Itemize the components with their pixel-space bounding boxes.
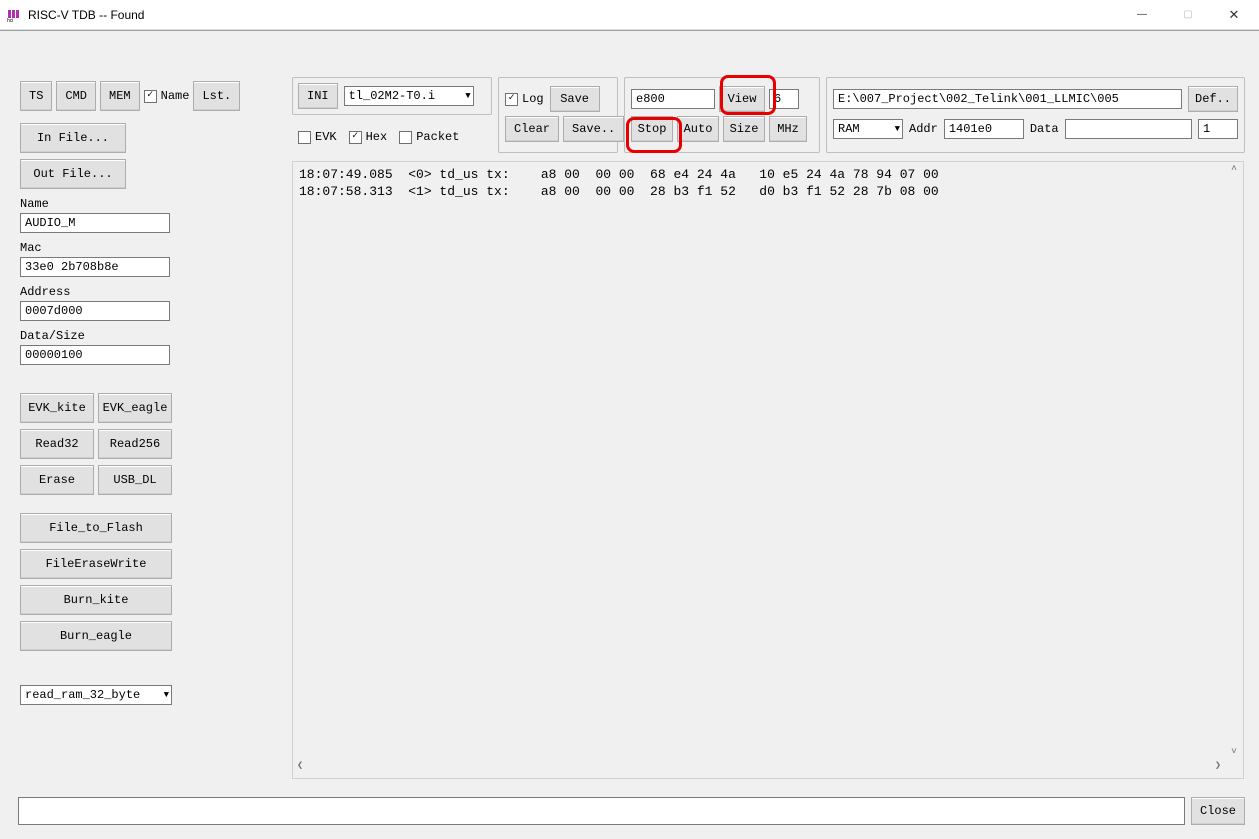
file-erase-write-button[interactable]: FileEraseWrite [20, 549, 172, 579]
burn-kite-button[interactable]: Burn_kite [20, 585, 172, 615]
client-area: TS CMD MEM ✓ Name Lst. In File... Out Fi… [0, 30, 1259, 839]
log-area: 18:07:49.085 <0> td_us tx: a8 00 00 00 6… [292, 161, 1244, 779]
titlebar: hci RISC-V TDB -- Found — ▢ ✕ [0, 0, 1259, 30]
chevron-down-icon: ▼ [895, 124, 900, 134]
horizontal-scrollbar[interactable]: ❮ ❯ [293, 760, 1225, 778]
size-button[interactable]: Size [723, 116, 765, 142]
data-label: Data [1030, 122, 1059, 136]
def-button[interactable]: Def.. [1188, 86, 1238, 112]
maximize-button[interactable]: ▢ [1165, 0, 1211, 30]
cmd-button[interactable]: CMD [56, 81, 96, 111]
log-checkbox[interactable]: ✓Log [505, 92, 544, 106]
minimize-button[interactable]: — [1119, 0, 1165, 30]
ini-file-select[interactable]: tl_02M2-T0.i ▼ [344, 86, 474, 106]
name-checkbox[interactable]: ✓ Name [144, 89, 190, 103]
read256-button[interactable]: Read256 [98, 429, 172, 459]
app-icon: hci [6, 7, 22, 23]
scroll-down-icon: ˅ [1225, 745, 1243, 760]
packet-checkbox[interactable]: Packet [399, 130, 459, 144]
path-input[interactable] [833, 89, 1182, 109]
read32-button[interactable]: Read32 [20, 429, 94, 459]
ts-button[interactable]: TS [20, 81, 52, 111]
view-button[interactable]: View [719, 86, 765, 112]
save-button[interactable]: Save [550, 86, 600, 112]
addr-label: Addr [909, 122, 938, 136]
burn-eagle-button[interactable]: Burn_eagle [20, 621, 172, 651]
evk-kite-button[interactable]: EVK_kite [20, 393, 94, 423]
top-toolbar: INI tl_02M2-T0.i ▼ EVK ✓Hex Packet ✓Log … [292, 77, 1245, 153]
svg-text:hci: hci [7, 18, 13, 23]
mem-button[interactable]: MEM [100, 81, 140, 111]
lst-button[interactable]: Lst. [193, 81, 240, 111]
in-file-button[interactable]: In File... [20, 123, 126, 153]
command-input[interactable] [18, 797, 1185, 825]
command-bar: Close [18, 797, 1245, 825]
address-label: Address [20, 285, 280, 299]
view-panel: View Stop Auto Size MHz [624, 77, 820, 153]
view-addr-input[interactable] [631, 89, 715, 109]
close-window-button[interactable]: ✕ [1211, 0, 1257, 30]
clear-button[interactable]: Clear [505, 116, 559, 142]
window-title: RISC-V TDB -- Found [28, 8, 144, 22]
read-ram-select[interactable]: read_ram_32_byte ▼ [20, 685, 172, 705]
save-dots-button[interactable]: Save.. [563, 116, 624, 142]
ini-button[interactable]: INI [298, 83, 338, 109]
erase-button[interactable]: Erase [20, 465, 94, 495]
close-button[interactable]: Close [1191, 797, 1245, 825]
left-panel: TS CMD MEM ✓ Name Lst. In File... Out Fi… [20, 81, 280, 711]
evk-checkbox[interactable]: EVK [298, 130, 337, 144]
log-panel: ✓Log Save Clear Save.. [498, 77, 618, 153]
scroll-up-icon: ˄ [1225, 162, 1243, 177]
out-file-button[interactable]: Out File... [20, 159, 126, 189]
mac-input[interactable] [20, 257, 170, 277]
address-input[interactable] [20, 301, 170, 321]
name-label: Name [20, 197, 280, 211]
auto-button[interactable]: Auto [677, 116, 719, 142]
scroll-left-icon: ❮ [293, 760, 307, 778]
data-size-label: Data/Size [20, 329, 280, 343]
vertical-scrollbar[interactable]: ˄ ˅ [1225, 162, 1243, 760]
evk-eagle-button[interactable]: EVK_eagle [98, 393, 172, 423]
mem-type-select[interactable]: RAM ▼ [833, 119, 903, 139]
stop-button[interactable]: Stop [631, 116, 673, 142]
name-input[interactable] [20, 213, 170, 233]
mem-data-input[interactable] [1065, 119, 1192, 139]
mem-count-input[interactable] [1198, 119, 1238, 139]
usb-dl-button[interactable]: USB_DL [98, 465, 172, 495]
mac-label: Mac [20, 241, 280, 255]
mem-panel: Def.. RAM ▼ Addr Data [826, 77, 1245, 153]
view-num-input[interactable] [769, 89, 799, 109]
scroll-right-icon: ❯ [1211, 760, 1225, 778]
data-size-input[interactable] [20, 345, 170, 365]
chevron-down-icon: ▼ [465, 91, 470, 101]
chevron-down-icon: ▼ [164, 690, 169, 700]
file-to-flash-button[interactable]: File_to_Flash [20, 513, 172, 543]
mhz-button[interactable]: MHz [769, 116, 807, 142]
check-icon: ✓ [144, 90, 157, 103]
hex-checkbox[interactable]: ✓Hex [349, 130, 388, 144]
log-text[interactable]: 18:07:49.085 <0> td_us tx: a8 00 00 00 6… [293, 162, 1225, 760]
format-checks: EVK ✓Hex Packet [292, 125, 492, 149]
ini-panel: INI tl_02M2-T0.i ▼ [292, 77, 492, 115]
mem-addr-input[interactable] [944, 119, 1024, 139]
